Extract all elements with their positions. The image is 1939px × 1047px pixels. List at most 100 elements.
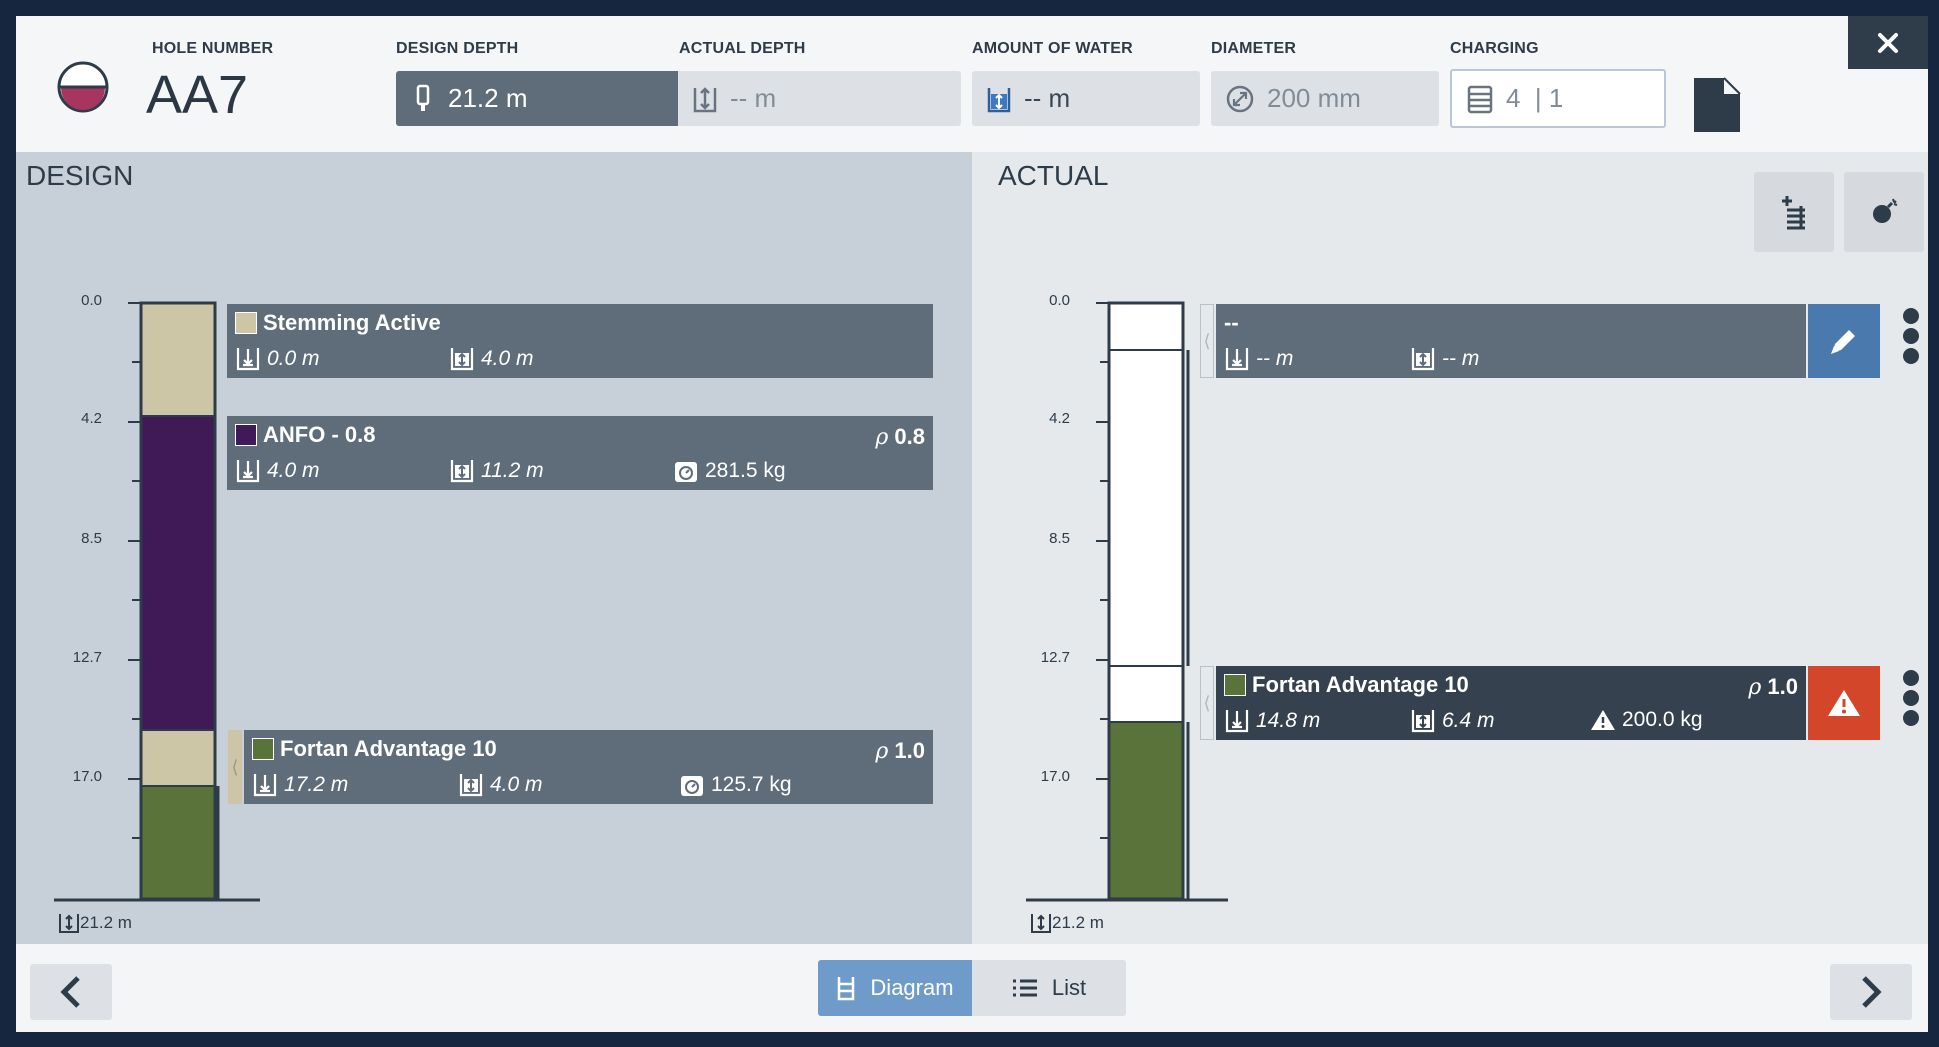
design-layer-anfo[interactable]: ANFO - 0.8 ρ 0.8 4.0 m 11.2 m 281.5 kg (227, 416, 933, 490)
layer-name: Fortan Advantage 10 (280, 736, 497, 761)
pencil-icon (1831, 330, 1855, 354)
add-layer-button[interactable] (1754, 172, 1834, 252)
layer-name: ANFO - 0.8 (263, 422, 376, 447)
actual-depth-label: ACTUAL DEPTH (679, 40, 806, 57)
actual-bottom-depth-value: 21.2 m (1052, 913, 1104, 932)
next-button[interactable] (1830, 964, 1912, 1020)
layer-top-depth-value: 14.8 m (1256, 709, 1321, 732)
layer-length-value: 4.0 m (481, 347, 534, 370)
layer-menu-button[interactable] (1901, 670, 1921, 730)
water-label: AMOUNT OF WATER (972, 40, 1133, 57)
list-view-tab[interactable]: List (972, 960, 1126, 1016)
layer-name: -- (1224, 310, 1239, 335)
header: HOLE NUMBER AA7 DESIGN DEPTH 21.2 m ACTU… (16, 16, 1928, 152)
layer-color-swatch (235, 312, 257, 334)
diameter-label: DIAMETER (1211, 40, 1297, 57)
actual-depth-value: -- m (730, 83, 777, 113)
layer-length-icon (459, 774, 483, 797)
layer-color-swatch (1224, 674, 1246, 696)
layer-length: 6.4 m (1410, 708, 1495, 734)
actual-layer-fortan[interactable]: Fortan Advantage 10 ρ 1.0 14.8 m 6.4 m 2… (1216, 666, 1806, 740)
layer-weight-value: 281.5 kg (705, 459, 786, 482)
depth-measure-icon (59, 914, 79, 933)
actual-hole-column (1026, 301, 1228, 902)
layer-name: Stemming Active (263, 310, 441, 335)
layer-top-depth: 4.0 m (235, 458, 320, 484)
scale-weight-icon (675, 462, 697, 482)
edit-layer-button[interactable] (1808, 304, 1880, 378)
design-bottom-depth: 21.2 m (58, 912, 132, 934)
hole-number-label: HOLE NUMBER (152, 40, 274, 57)
design-depth-field[interactable]: 21.2 m (396, 71, 678, 126)
layer-length-icon (1411, 710, 1435, 733)
layer-warning-button[interactable] (1808, 666, 1880, 740)
scale-weight-icon (681, 776, 703, 796)
actual-panel: ACTUAL 0.0 4.2 8.5 12.7 17.0 21.2 m ⟨ --… (972, 152, 1928, 944)
list-view-label: List (1051, 975, 1087, 1000)
design-layer-stemming[interactable]: Stemming Active 0.0 m 4.0 m (227, 304, 933, 378)
actual-bottom-depth: 21.2 m (1030, 912, 1104, 934)
blast-button[interactable] (1844, 172, 1924, 252)
layer-top-depth-value: 0.0 m (267, 347, 320, 370)
layer-menu-button[interactable] (1901, 308, 1921, 368)
layer-density-value: 0.8 (894, 424, 925, 449)
diagram-view-label: Diagram (870, 975, 954, 1000)
top-depth-icon (253, 774, 277, 797)
list-icon (1012, 979, 1037, 997)
layer-length-value: -- m (1442, 347, 1480, 370)
bomb-icon (1873, 198, 1898, 223)
layer-color-swatch (235, 424, 257, 446)
layer-connector-handle[interactable]: ⟨ (1200, 304, 1214, 378)
charging-field[interactable]: 4 | 1 (1450, 69, 1666, 128)
previous-button[interactable] (30, 964, 112, 1020)
actual-layer-empty[interactable]: -- -- m -- m (1216, 304, 1806, 378)
diameter-value: 200 mm (1267, 83, 1361, 113)
design-layer-fortan[interactable]: Fortan Advantage 10 ρ 1.0 17.2 m 4.0 m 1… (244, 730, 933, 804)
hole-status-icon (57, 61, 109, 113)
layer-length-value: 11.2 m (481, 459, 544, 482)
add-layer-icon (1782, 196, 1805, 230)
diameter-field[interactable]: 200 mm (1211, 71, 1439, 126)
depth-measure-icon (1031, 914, 1051, 933)
warning-icon (1591, 710, 1615, 730)
diagram-view-tab[interactable]: Diagram (818, 960, 972, 1016)
layer-weight-value: 200.0 kg (1622, 708, 1703, 731)
top-depth-icon (236, 460, 260, 483)
top-depth-icon (1225, 348, 1249, 371)
charging-value: 4 | 1 (1506, 83, 1564, 113)
design-bottom-depth-value: 21.2 m (80, 913, 132, 932)
layer-name: Fortan Advantage 10 (1252, 672, 1469, 697)
layer-top-depth: -- m (1224, 346, 1293, 372)
layer-length-icon (450, 348, 474, 371)
layer-density: ρ 1.0 (1748, 674, 1798, 700)
water-field[interactable]: -- m (972, 71, 1200, 126)
footer: Diagram List (16, 944, 1928, 1032)
actual-depth-field[interactable]: -- m (678, 71, 961, 126)
drill-bit-icon (416, 84, 430, 111)
close-button[interactable] (1848, 16, 1928, 69)
layer-length: -- m (1410, 346, 1479, 372)
depth-measure-icon (693, 86, 717, 112)
close-icon (1878, 32, 1898, 53)
design-depth-label: DESIGN DEPTH (396, 40, 519, 57)
layer-top-depth-value: 4.0 m (267, 459, 320, 482)
charging-label: CHARGING (1450, 40, 1539, 57)
layer-connector-handle[interactable]: ⟨ (228, 730, 242, 804)
diagram-icon (838, 977, 855, 1001)
design-panel: DESIGN 0.0 4.2 8.5 12.7 17.0 21.2 m Stem… (16, 152, 972, 944)
layer-length-icon (1411, 348, 1435, 371)
layer-length-icon (450, 460, 474, 483)
layer-length: 11.2 m (449, 458, 544, 484)
layer-length: 4.0 m (458, 772, 543, 798)
water-value: -- m (1024, 83, 1071, 113)
layer-connector-handle[interactable]: ⟨ (1200, 666, 1214, 740)
layer-top-depth: 0.0 m (235, 346, 320, 372)
document-icon[interactable] (1692, 76, 1742, 134)
chevron-left-icon (60, 976, 80, 1008)
charging-layers-icon (1467, 85, 1493, 113)
layer-top-depth: 14.8 m (1224, 708, 1320, 734)
water-level-icon (987, 87, 1011, 112)
layer-weight: 281.5 kg (673, 458, 786, 484)
layer-weight-value: 125.7 kg (711, 773, 792, 796)
design-depth-value: 21.2 m (448, 83, 528, 113)
